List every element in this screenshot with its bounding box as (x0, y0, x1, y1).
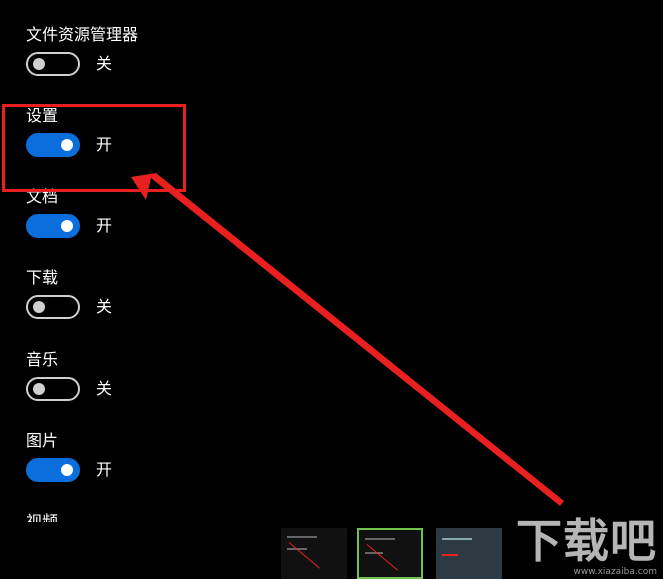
thumbnail-selected[interactable] (357, 528, 423, 579)
thumbnail[interactable] (281, 528, 347, 579)
thumb-line (442, 538, 472, 540)
thumb-line (365, 538, 395, 540)
annotation-arrow (131, 173, 564, 506)
annotation-arrow-shape (131, 173, 564, 506)
thumbnail[interactable] (436, 528, 502, 579)
watermark: 下载吧 www.xiazaiba.com (516, 515, 657, 577)
thumb-line (365, 552, 383, 554)
thumb-line (442, 554, 458, 556)
thumb-arrow (366, 544, 398, 571)
thumb-arrow (288, 542, 320, 569)
thumb-line (287, 536, 317, 538)
watermark-logo: 下载吧 (516, 514, 657, 568)
watermark-url: www.xiazaiba.com (573, 567, 657, 577)
